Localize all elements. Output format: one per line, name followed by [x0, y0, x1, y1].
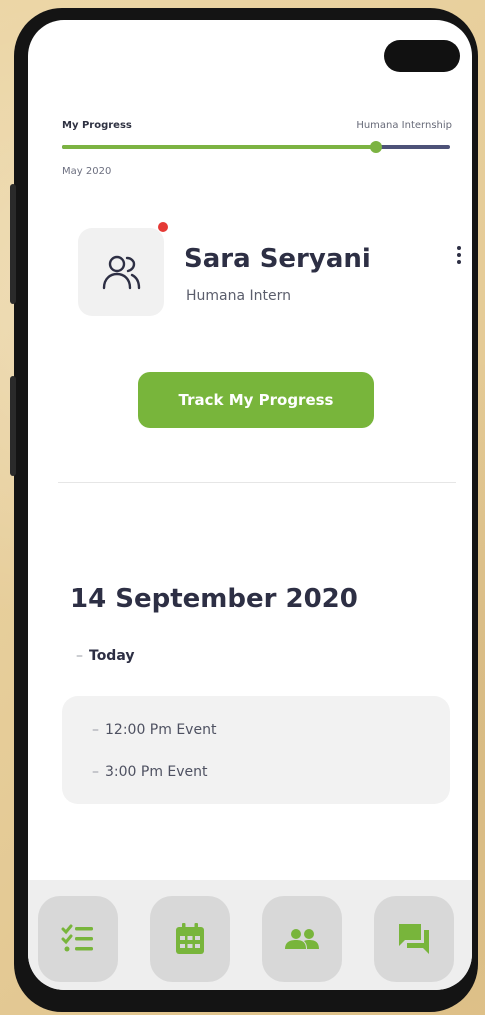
nav-calendar-button[interactable] [150, 896, 230, 982]
chat-icon [399, 924, 429, 954]
app-screen: My Progress Humana Internship May 2020 S… [28, 20, 472, 990]
users-icon [102, 255, 141, 290]
events-card: –12:00 Pm Event –3:00 Pm Event [62, 696, 450, 804]
program-name: Humana Internship [356, 120, 452, 131]
nav-chat-button[interactable] [374, 896, 454, 982]
tasks-icon [61, 924, 93, 952]
avatar[interactable] [78, 222, 168, 316]
progress-bar [62, 141, 450, 153]
volume-button [10, 184, 16, 304]
nav-people-button[interactable] [262, 896, 342, 982]
profile-role: Humana Intern [186, 288, 292, 304]
event-item[interactable]: –3:00 Pm Event [92, 764, 208, 780]
event-label: 12:00 Pm Event [105, 722, 217, 738]
power-button [10, 376, 16, 476]
schedule-date: 14 September 2020 [70, 584, 358, 614]
divider [58, 482, 456, 483]
nav-tasks-button[interactable] [38, 896, 118, 982]
dash-icon: – [76, 648, 83, 664]
event-item[interactable]: –12:00 Pm Event [92, 722, 216, 738]
people-icon [285, 929, 319, 949]
dash-icon: – [92, 764, 99, 780]
today-label: – Today [76, 648, 134, 664]
progress-title: My Progress [62, 120, 132, 131]
track-progress-button[interactable]: Track My Progress [138, 372, 374, 428]
progress-bar-fill [62, 145, 377, 149]
calendar-icon [176, 923, 204, 954]
notification-dot [158, 222, 168, 232]
progress-header: My Progress Humana Internship [62, 120, 452, 134]
progress-date: May 2020 [62, 166, 112, 177]
profile-name: Sara Seryani [184, 244, 371, 274]
event-label: 3:00 Pm Event [105, 764, 208, 780]
progress-bar-marker [370, 141, 383, 153]
today-text: Today [89, 648, 135, 664]
camera-cutout [384, 40, 460, 72]
bottom-navigation [28, 880, 472, 990]
more-options-icon[interactable] [452, 246, 466, 272]
dash-icon: – [92, 722, 99, 738]
